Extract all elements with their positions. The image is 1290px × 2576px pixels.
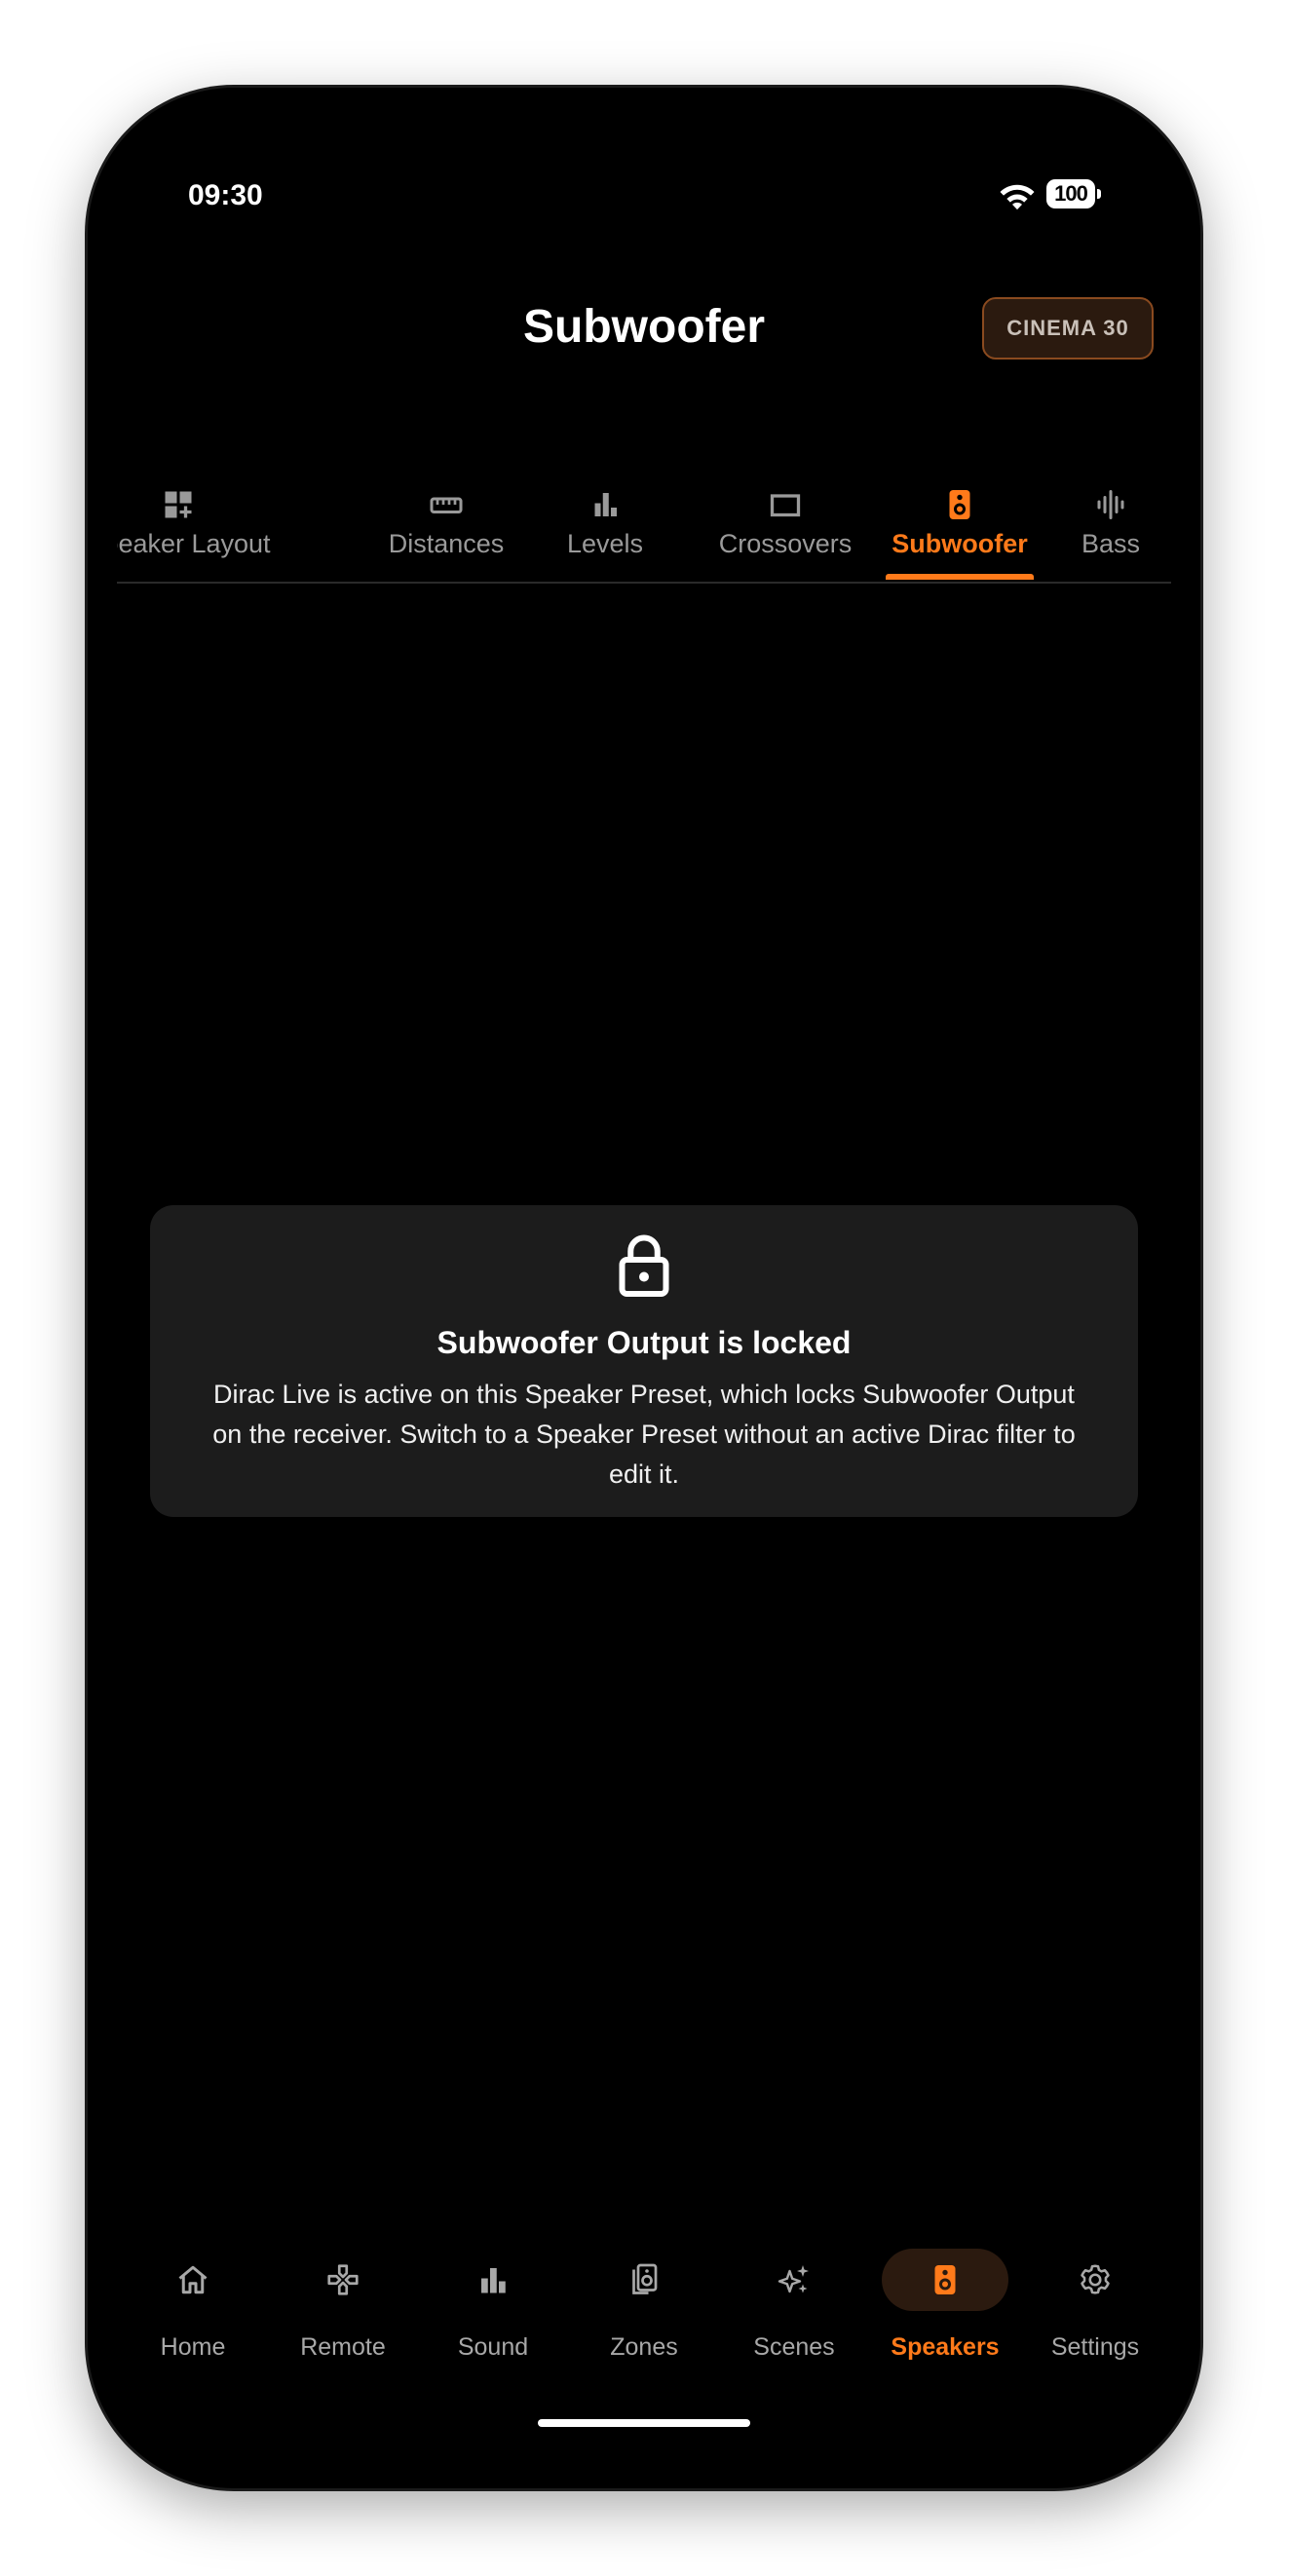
status-bar: 09:30 100 (88, 88, 1200, 214)
nav-label: Settings (1050, 2333, 1140, 2361)
tab-crossovers[interactable]: Crossovers (707, 395, 863, 580)
nav-settings[interactable]: Settings (1032, 2249, 1158, 2366)
tab-label: Speaker Layout (117, 529, 271, 558)
ruler-icon (430, 497, 463, 513)
nav-speakers[interactable]: Speakers (882, 2249, 1008, 2366)
lock-icon (619, 1234, 669, 1297)
sparkles-icon (778, 2265, 809, 2293)
nav-remote[interactable]: Remote (280, 2249, 406, 2366)
speaker-settings-tabs: Speaker Layout Distances Levels Crossove… (117, 395, 1171, 584)
gamepad-icon (327, 2264, 359, 2295)
gear-icon (1081, 2264, 1110, 2294)
phone-screen: 09:30 100 Subwoofer CINEMA 30 Speaker La… (88, 88, 1200, 2488)
nav-label: Zones (610, 2333, 678, 2361)
nav-scenes[interactable]: Scenes (731, 2249, 857, 2366)
tab-subwoofer[interactable]: Subwoofer (886, 395, 1034, 580)
nav-label: Speakers (891, 2333, 1000, 2361)
nav-zones[interactable]: Zones (581, 2249, 707, 2366)
bar-chart-icon (481, 2268, 506, 2293)
speaker-icon (934, 2265, 956, 2294)
tab-distances[interactable]: Distances (378, 395, 514, 580)
tab-label: Distances (388, 529, 505, 558)
tab-label: Bass (1081, 529, 1141, 558)
home-icon (178, 2265, 208, 2294)
nav-sound[interactable]: Sound (430, 2249, 556, 2366)
locked-description: Dirac Live is active on this Speaker Pre… (212, 1380, 1076, 1489)
nav-label: Home (160, 2333, 226, 2361)
battery-indicator: 100 (1046, 179, 1101, 208)
tab-label: Crossovers (718, 529, 853, 558)
tab-speaker-layout[interactable]: Speaker Layout (117, 395, 271, 580)
speaker-icon (949, 490, 970, 519)
locked-title: Subwoofer Output is locked (436, 1325, 852, 1360)
speaker-group-icon (632, 2263, 658, 2294)
tab-bass[interactable]: Bass (1062, 395, 1159, 580)
wifi-icon (1000, 184, 1035, 210)
locked-notice-card: Subwoofer Output is locked Dirac Live is… (150, 1205, 1138, 1517)
tab-label: Subwoofer (892, 529, 1028, 558)
tab-label: Levels (566, 529, 644, 558)
nav-label: Sound (457, 2333, 529, 2361)
tab-levels[interactable]: Levels (551, 395, 659, 580)
active-tab-indicator (886, 574, 1034, 580)
nav-label: Scenes (753, 2333, 835, 2361)
bottom-navigation: Home Remote Sound Zones Scenes Speakers … (88, 2249, 1200, 2366)
nav-home[interactable]: Home (130, 2249, 256, 2366)
home-indicator[interactable] (538, 2419, 750, 2427)
grid-plus-icon (165, 491, 192, 518)
bar-chart-icon (594, 493, 617, 516)
status-time: 09:30 (188, 179, 263, 211)
nav-label: Remote (300, 2333, 386, 2361)
waveform-icon (1097, 490, 1124, 519)
speaker-preset-button[interactable]: CINEMA 30 (982, 297, 1154, 360)
crop-rectangle-icon (770, 494, 801, 517)
